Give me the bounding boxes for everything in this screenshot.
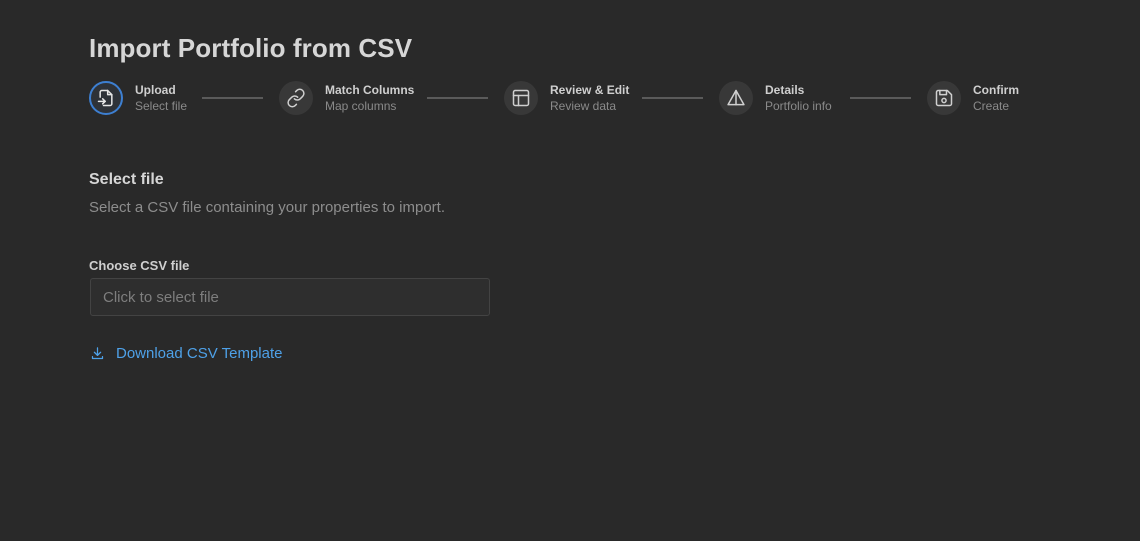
step-sublabel: Create bbox=[973, 99, 1010, 113]
import-portfolio-page: Import Portfolio from CSV Upload Select … bbox=[0, 0, 1140, 541]
save-icon bbox=[927, 81, 961, 115]
file-import-icon bbox=[89, 81, 123, 115]
step-upload[interactable]: Upload Select file bbox=[89, 81, 187, 115]
step-sublabel: Portfolio info bbox=[765, 99, 832, 113]
section-description: Select a CSV file containing your proper… bbox=[89, 199, 446, 216]
step-review-edit[interactable]: Review & Edit Review data bbox=[504, 81, 629, 115]
csv-file-input[interactable]: Click to select file bbox=[90, 278, 490, 316]
step-label: Review & Edit bbox=[550, 83, 630, 97]
step-details[interactable]: Details Portfolio info bbox=[719, 81, 832, 115]
section-title: Select file bbox=[89, 171, 164, 188]
step-confirm[interactable]: Confirm Create bbox=[927, 81, 1019, 115]
file-field-label: Choose CSV file bbox=[89, 258, 190, 273]
step-match-columns[interactable]: Match Columns Map columns bbox=[279, 81, 414, 115]
triangle-split-icon bbox=[719, 81, 753, 115]
table-icon bbox=[504, 81, 538, 115]
step-label: Upload bbox=[135, 83, 176, 97]
step-connector bbox=[427, 97, 488, 99]
step-sublabel: Select file bbox=[135, 99, 188, 113]
step-label: Confirm bbox=[973, 83, 1019, 97]
step-sublabel: Map columns bbox=[325, 99, 397, 113]
step-label: Details bbox=[765, 83, 805, 97]
download-template-label: Download CSV Template bbox=[116, 345, 283, 362]
download-template-link[interactable]: Download CSV Template bbox=[90, 345, 282, 362]
step-connector bbox=[642, 97, 703, 99]
link-icon bbox=[279, 81, 313, 115]
download-icon bbox=[91, 347, 104, 360]
step-connector bbox=[850, 97, 911, 99]
file-input-placeholder: Click to select file bbox=[103, 288, 219, 306]
page-title: Import Portfolio from CSV bbox=[89, 33, 413, 63]
import-stepper: Upload Select file Match Columns Map col… bbox=[89, 81, 1049, 115]
step-connector bbox=[202, 97, 263, 99]
step-label: Match Columns bbox=[325, 83, 415, 97]
step-sublabel: Review data bbox=[550, 99, 617, 113]
